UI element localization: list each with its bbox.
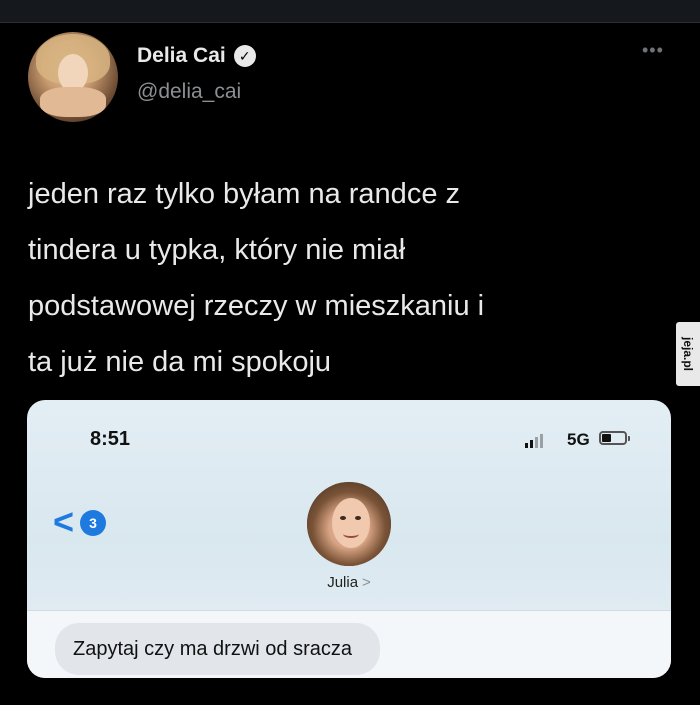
attached-screenshot[interactable]: 8:51 5G < 3 Julia > Zapytaj czy ma drzwi … [27,400,671,678]
site-watermark: jeja.pl [676,322,700,386]
contact-chevron-icon[interactable]: > [362,574,371,591]
unread-count-badge[interactable]: 3 [80,510,106,536]
contact-photo-face [332,498,370,548]
message-text: Zapytaj czy ma drzwi od sracza [73,637,352,660]
contact-photo-eye [340,516,346,520]
contact-name-row[interactable]: Julia > [27,574,671,592]
battery-level [602,434,611,442]
battery-cap [628,436,630,441]
signal-bar [525,443,528,448]
signal-icon [525,434,543,448]
tweet-text: jeden raz tylko byłam na randce z tinder… [28,166,678,390]
divider [0,22,700,23]
verified-badge-icon: ✓ [233,45,256,67]
network-label: 5G [567,430,590,449]
signal-bar [530,440,533,448]
signal-bar [540,434,543,448]
tweet-text-line: jeden raz tylko byłam na randce z [28,178,460,210]
back-chevron-icon[interactable]: < [53,504,74,540]
tweet-text-line: podstawowej rzeczy w mieszkaniu i [28,290,485,322]
contact-name[interactable]: Julia [327,574,358,591]
tweet-text-line: tindera u typka, który nie miał [28,234,406,266]
signal-bar [535,437,538,448]
contact-avatar[interactable] [307,482,391,566]
status-time: 8:51 [90,428,131,450]
previous-tweet-edge [0,0,700,22]
watermark-text: jeja.pl [681,336,695,371]
avatar-arm [40,87,106,117]
contact-photo-smile [343,530,359,538]
message-bubble[interactable]: Zapytaj czy ma drzwi od sracza [55,623,380,675]
author-display-name[interactable]: Delia Cai [137,44,226,68]
author-name-row[interactable]: Delia Cai ✓ [137,44,256,68]
contact-photo-eye [355,516,361,520]
more-options-icon[interactable]: ••• [642,40,664,61]
tweet-text-line: ta już nie da mi spokoju [28,346,332,378]
author-avatar[interactable] [28,32,118,122]
author-handle[interactable]: @delia_cai [137,80,241,104]
battery-icon [599,431,627,445]
